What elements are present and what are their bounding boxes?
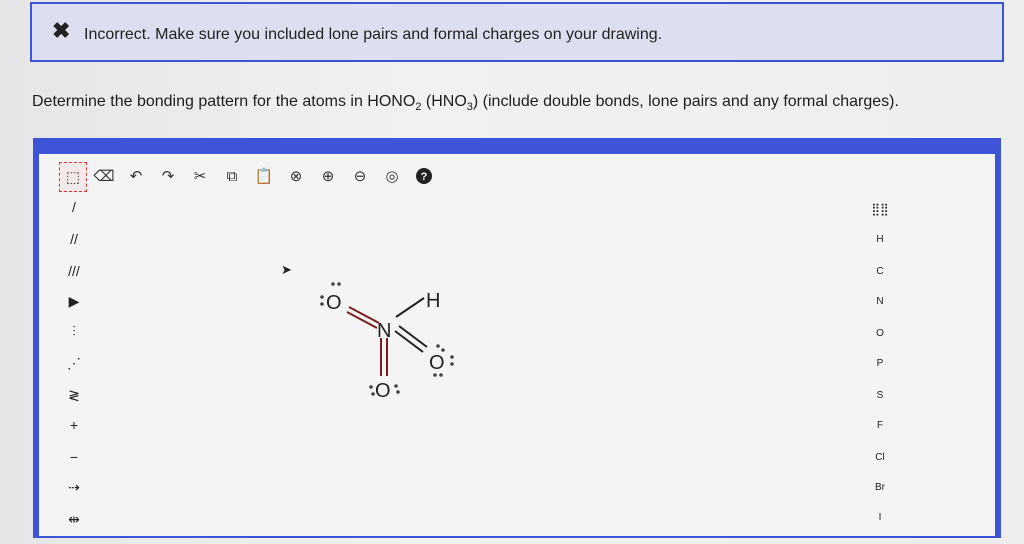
atom-o-right[interactable]: O	[429, 352, 445, 374]
editor-canvas[interactable]: ⬚ ⌫ ↶ ↷ ✂ ⧉ 📋 ⊗ ⊕ ⊖ ◎ ? / // /// ▶ ⫶ ⋰ ≷…	[39, 154, 995, 536]
lone-pair-dot	[337, 282, 341, 286]
lone-pair-dot	[450, 355, 454, 359]
lone-pair-dot	[396, 390, 400, 394]
molecule-drawing[interactable]: O N H O O	[39, 154, 999, 544]
question-middle: (HNO	[421, 93, 467, 110]
lone-pair-dot	[369, 385, 373, 389]
atom-h-top[interactable]: H	[426, 290, 440, 312]
lone-pair-dot	[439, 373, 443, 377]
lone-pair-dot	[371, 392, 375, 396]
lone-pair-dot	[450, 362, 454, 366]
lone-pair-dot	[433, 373, 437, 377]
atom-o-bottom[interactable]: O	[375, 380, 391, 402]
feedback-message: Incorrect. Make sure you included lone p…	[84, 26, 663, 43]
single-bond-n-h	[395, 297, 425, 318]
atom-o-left[interactable]: O	[326, 292, 342, 314]
lone-pair-dot	[394, 384, 398, 388]
question-text: Determine the bonding pattern for the at…	[32, 93, 899, 113]
close-icon: ✖	[52, 18, 71, 43]
question-prefix: Determine the bonding pattern for the at…	[32, 93, 416, 110]
atom-n-center[interactable]: N	[377, 320, 391, 342]
lone-pair-dot	[441, 348, 445, 352]
question-suffix: ) (include double bonds, lone pairs and …	[472, 93, 899, 110]
lone-pair-dot	[331, 282, 335, 286]
lone-pair-dot	[436, 344, 440, 348]
lone-pair-dot	[320, 295, 324, 299]
drawing-editor: ⬚ ⌫ ↶ ↷ ✂ ⧉ 📋 ⊗ ⊕ ⊖ ◎ ? / // /// ▶ ⫶ ⋰ ≷…	[33, 138, 1001, 538]
feedback-banner: ✖ Incorrect. Make sure you included lone…	[30, 2, 1004, 62]
lone-pair-dot	[320, 302, 324, 306]
